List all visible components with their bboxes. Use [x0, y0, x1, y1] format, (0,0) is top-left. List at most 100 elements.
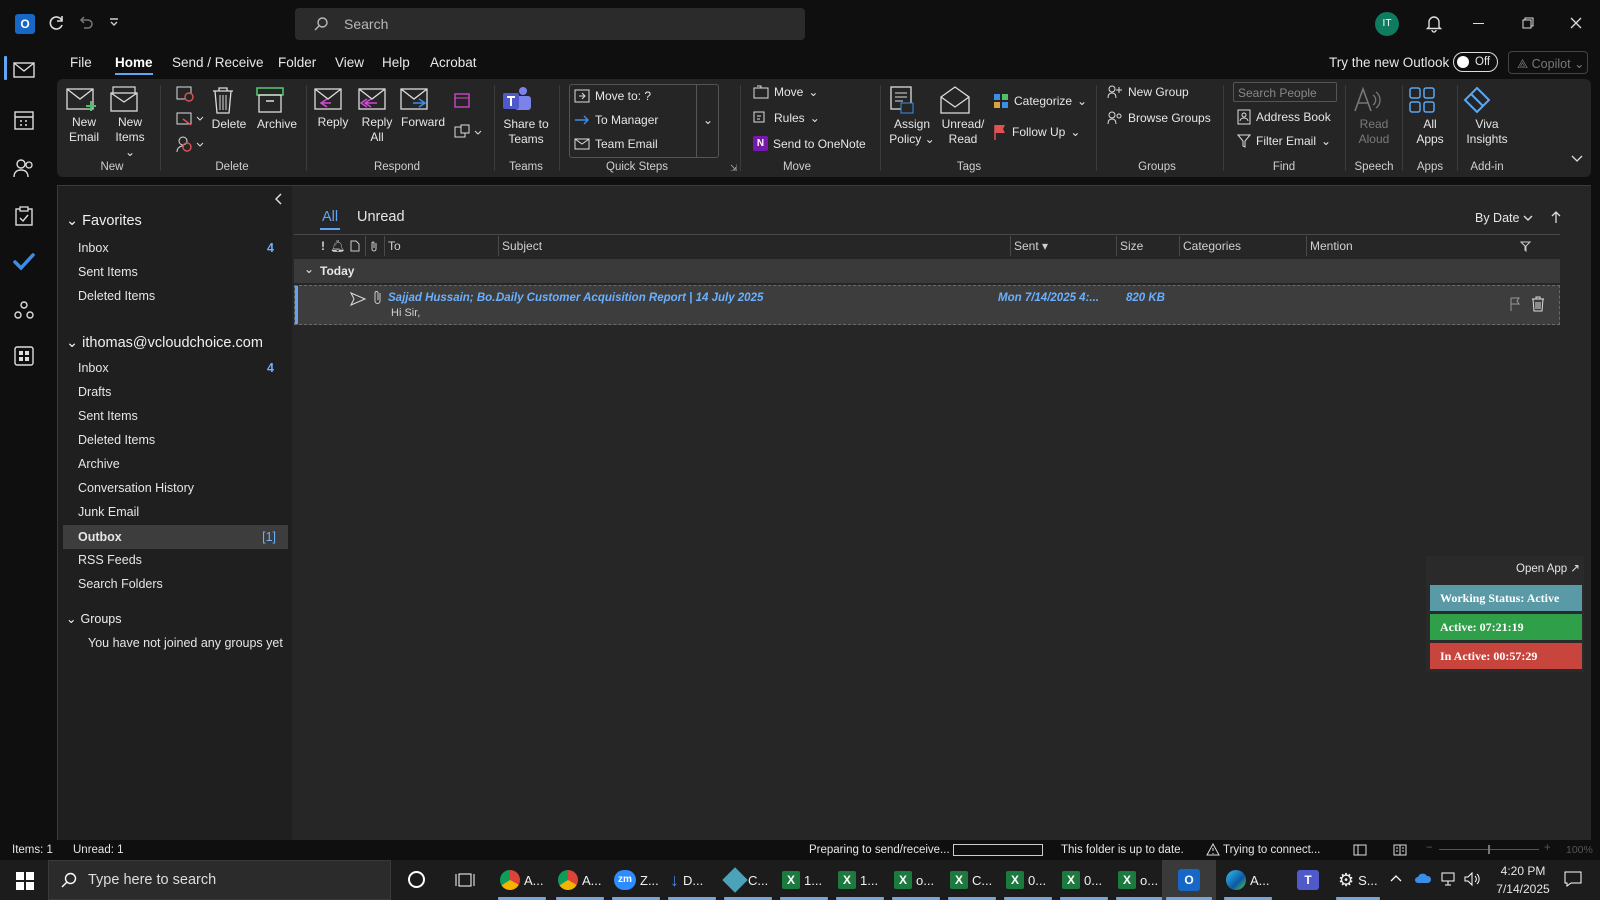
tab-home[interactable]: Home	[115, 55, 153, 75]
taskbar-search[interactable]: Type here to search	[48, 860, 391, 900]
tab-unread[interactable]: Unread	[357, 209, 405, 225]
quick-step-move-to[interactable]: Move to: ?	[574, 89, 651, 103]
taskbar-app-outlook[interactable]: O	[1162, 860, 1216, 900]
tray-chevron-up-icon[interactable]	[1390, 874, 1402, 882]
tasks-icon[interactable]	[10, 202, 38, 230]
favorites-header[interactable]: ⌄ Favorites	[66, 213, 142, 229]
categorize-button[interactable]: Categorize ⌄	[993, 93, 1087, 109]
assign-policy-button[interactable]: Assign Policy ⌄	[887, 85, 937, 147]
clock-time[interactable]: 4:20 PM	[1494, 864, 1552, 878]
taskbar-app-edge[interactable]: A...	[1220, 860, 1276, 900]
delete-button[interactable]: Delete	[209, 85, 249, 132]
rules-button[interactable]: Rules ⌄	[753, 111, 820, 125]
reminder-column-icon[interactable]: 🔔︎	[330, 239, 345, 253]
new-email-button[interactable]: New Email	[65, 85, 103, 145]
todo-icon[interactable]	[10, 248, 38, 276]
close-icon[interactable]	[1570, 17, 1582, 29]
column-mention[interactable]: Mention	[1310, 239, 1353, 253]
taskbar-app-excel-5[interactable]: X 0...	[1000, 860, 1056, 900]
column-to[interactable]: To	[388, 239, 401, 253]
tab-file[interactable]: File	[70, 55, 92, 70]
taskbar-app-excel-4[interactable]: X C...	[944, 860, 1000, 900]
windows-start-icon[interactable]	[16, 872, 34, 890]
tab-acrobat[interactable]: Acrobat	[430, 55, 477, 70]
clock-date[interactable]: 7/14/2025	[1494, 882, 1552, 896]
group-header-today[interactable]: ⌄ Today	[294, 259, 1560, 283]
taskbar-app-teams[interactable]: T	[1288, 860, 1328, 900]
taskbar-app-zoom[interactable]: zm Z...	[608, 860, 664, 900]
archive-button[interactable]: Archive	[255, 85, 299, 132]
avatar[interactable]: IT	[1375, 12, 1399, 36]
customize-toolbar-icon[interactable]	[108, 18, 120, 28]
column-size[interactable]: Size	[1120, 239, 1143, 253]
folder-deleted-items[interactable]: Deleted Items	[78, 433, 286, 447]
forward-button[interactable]: Forward	[399, 85, 447, 130]
tab-view[interactable]: View	[335, 55, 364, 70]
clean-up-icon[interactable]	[175, 110, 205, 128]
sync-icon[interactable]	[46, 13, 66, 33]
attachment-column-icon[interactable]	[369, 240, 379, 252]
quick-step-team-email[interactable]: Team Email	[574, 137, 658, 151]
move-button[interactable]: Move ⌄	[753, 85, 818, 99]
ignore-icon[interactable]	[175, 85, 195, 103]
folder-conversation-history[interactable]: Conversation History	[78, 481, 286, 495]
table-row[interactable]: Sajjad Hussain; Bo... Daily Customer Acq…	[294, 285, 1560, 325]
column-categories[interactable]: Categories	[1183, 239, 1241, 253]
delete-icon[interactable]	[1531, 296, 1545, 312]
taskbar-app-excel-7[interactable]: Xo...	[1112, 860, 1168, 900]
cortana-icon[interactable]	[408, 871, 425, 888]
taskbar-app-downloads[interactable]: ↓ D...	[664, 860, 720, 900]
taskbar-app-settings[interactable]: ⚙ S...	[1332, 860, 1384, 900]
notifications-icon[interactable]	[1564, 871, 1582, 887]
minimize-icon[interactable]	[1473, 23, 1484, 24]
taskbar-app-excel-6[interactable]: X 0...	[1056, 860, 1112, 900]
folder-rss-feeds[interactable]: RSS Feeds	[78, 553, 286, 567]
junk-icon[interactable]	[175, 135, 205, 153]
folder-favorites-sent[interactable]: Sent Items	[78, 265, 286, 279]
taskbar-app-excel-3[interactable]: Xo...	[888, 860, 944, 900]
reply-all-button[interactable]: Reply All	[357, 85, 397, 145]
task-view-icon[interactable]	[455, 871, 475, 889]
reply-button[interactable]: Reply	[313, 85, 353, 130]
quick-step-to-manager[interactable]: To Manager	[574, 113, 658, 127]
new-items-button[interactable]: New Items ⌄	[109, 85, 151, 160]
collapse-pane-icon[interactable]	[275, 193, 283, 205]
unread-read-button[interactable]: Unread/ Read	[939, 85, 987, 147]
address-book-button[interactable]: Address Book	[1237, 109, 1331, 125]
share-to-teams-button[interactable]: Share to Teams	[501, 85, 551, 147]
folder-favorites-inbox[interactable]: Inbox 4	[78, 241, 286, 255]
open-app-link[interactable]: Open App ↗	[1516, 561, 1580, 575]
folder-outbox[interactable]: Outbox [1]	[63, 525, 288, 549]
search-people-input[interactable]: Search People	[1233, 82, 1337, 102]
calendar-icon[interactable]	[10, 106, 38, 134]
zoom-in-icon[interactable]: +	[1544, 842, 1551, 854]
read-aloud-button[interactable]: Read Aloud	[1351, 85, 1397, 147]
tab-help[interactable]: Help	[382, 55, 410, 70]
people-icon[interactable]	[10, 154, 38, 182]
copilot-button[interactable]: ⟁ Copilot ⌄	[1508, 51, 1588, 74]
folder-favorites-deleted[interactable]: Deleted Items	[78, 289, 286, 303]
folder-junk-email[interactable]: Junk Email	[78, 505, 286, 519]
viva-insights-button[interactable]: Viva Insights	[1461, 85, 1513, 147]
mail-icon[interactable]	[10, 56, 38, 84]
tab-all[interactable]: All	[322, 209, 338, 225]
zoom-out-icon[interactable]: −	[1426, 842, 1433, 854]
browse-groups-button[interactable]: Browse Groups	[1107, 111, 1211, 125]
folder-drafts[interactable]: Drafts	[78, 385, 286, 399]
taskbar-app-excel-1[interactable]: X 1...	[776, 860, 832, 900]
taskbar-app-chrome-1[interactable]: A...	[494, 860, 550, 900]
undo-icon[interactable]	[77, 14, 95, 32]
filter-email-button[interactable]: Filter Email ⌄	[1237, 134, 1331, 148]
ribbon-collapse-icon[interactable]	[1571, 155, 1583, 163]
quick-steps-expand-button[interactable]: ⌄	[696, 85, 719, 157]
folder-sent-items[interactable]: Sent Items	[78, 409, 286, 423]
folder-search-folders[interactable]: Search Folders	[78, 577, 286, 591]
search-bar[interactable]: Search	[295, 8, 805, 40]
zoom-slider-thumb[interactable]	[1488, 845, 1490, 854]
normal-view-icon[interactable]	[1353, 844, 1367, 856]
more-apps-icon[interactable]	[10, 342, 38, 370]
sort-by-date-button[interactable]: By Date	[1475, 211, 1533, 225]
sort-direction-icon[interactable]	[1551, 210, 1561, 224]
importance-column-icon[interactable]: !	[321, 239, 325, 253]
new-group-button[interactable]: New Group	[1107, 85, 1189, 99]
